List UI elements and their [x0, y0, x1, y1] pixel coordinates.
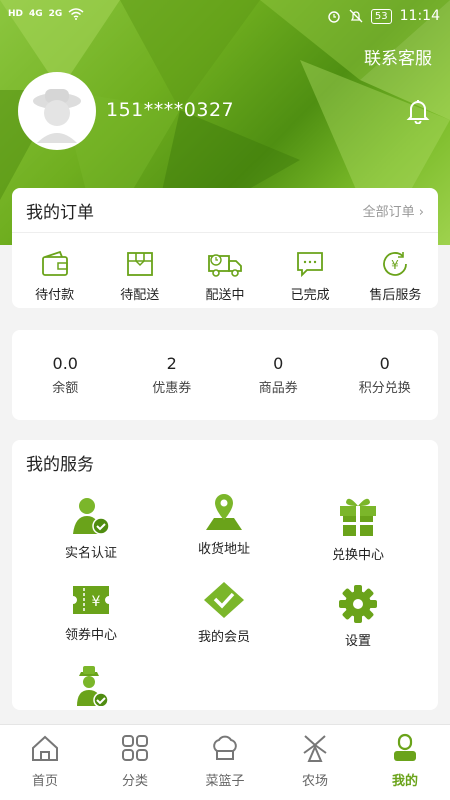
battery-indicator: 53 [370, 8, 392, 24]
verified-user-icon [73, 498, 110, 535]
asset-value: 0 [273, 354, 284, 373]
order-label: 售后服务 [369, 288, 422, 303]
gift-icon [340, 498, 376, 536]
asset-value: 0.0 [52, 354, 78, 373]
service-real-name[interactable]: 实名认证 [31, 492, 151, 561]
tab-profile[interactable]: 我的 [360, 725, 450, 800]
signal-2g-icon: 2G [48, 9, 63, 19]
orders-title: 我的订单 [26, 203, 94, 223]
member-check-icon [204, 582, 244, 618]
asset-coupons[interactable]: 2 优惠券 [122, 354, 222, 396]
order-completed[interactable]: 已完成 [268, 250, 352, 303]
default-avatar-icon [33, 89, 81, 143]
home-icon [32, 735, 58, 761]
basket-icon [213, 735, 237, 760]
tab-label: 菜篮子 [205, 774, 245, 789]
package-icon [126, 252, 153, 276]
tab-label: 分类 [121, 774, 148, 789]
bottom-tab-bar: 首页 分类 菜篮子 农场 我的 [0, 724, 450, 800]
asset-label: 余额 [52, 381, 79, 396]
service-label: 兑换中心 [331, 548, 384, 563]
order-label: 已完成 [290, 288, 330, 303]
orders-card: 我的订单 全部订单 › 待付款 待配送 配送中 已完成 ¥ 售后服务 [12, 188, 438, 308]
service-label: 设置 [344, 634, 371, 649]
asset-points-exchange[interactable]: 0 积分兑换 [335, 354, 435, 396]
order-label: 待配送 [120, 288, 160, 303]
order-pending-payment[interactable]: 待付款 [13, 250, 97, 303]
hd-indicator: HD [8, 9, 24, 19]
wallet-icon [41, 250, 68, 276]
profile-icon [394, 733, 416, 761]
assets-card: 0.0 余额 2 优惠券 0 商品券 0 积分兑换 [12, 330, 438, 420]
asset-value: 2 [166, 354, 177, 373]
coupon-icon: ¥ [73, 586, 109, 614]
services-title: 我的服务 [26, 455, 94, 475]
tab-category[interactable]: 分类 [90, 725, 180, 800]
truck-icon [208, 254, 242, 277]
divider [12, 232, 438, 233]
gear-icon [339, 585, 377, 623]
asset-product-vouchers[interactable]: 0 商品券 [228, 354, 328, 396]
signal-4g-icon: 4G [29, 9, 43, 19]
order-after-sales[interactable]: ¥ 售后服务 [353, 250, 437, 303]
service-label: 领券中心 [64, 628, 117, 643]
service-coupon-center[interactable]: ¥ 领券中心 [31, 574, 151, 643]
service-label: 收货地址 [197, 542, 250, 557]
contact-service-link[interactable]: 联系客服 [364, 44, 432, 69]
location-pin-icon [206, 494, 242, 530]
tab-label: 我的 [391, 774, 418, 789]
service-settings[interactable]: 设置 [298, 580, 418, 649]
user-phone: 151****0327 [106, 99, 235, 121]
farm-icon [303, 735, 327, 762]
asset-label: 积分兑换 [358, 381, 411, 396]
alarm-icon [328, 11, 340, 23]
service-address[interactable]: 收货地址 [164, 488, 284, 557]
wifi-icon [68, 8, 84, 20]
asset-label: 商品券 [258, 381, 298, 396]
service-label: 我的会员 [197, 630, 250, 645]
service-label: 实名认证 [64, 546, 117, 561]
chat-icon [297, 252, 324, 278]
all-orders-link[interactable]: 全部订单 › [363, 201, 424, 220]
category-icon [122, 735, 148, 761]
clock: 11:14 [399, 8, 440, 24]
asset-label: 优惠券 [152, 381, 192, 396]
svg-text:¥: ¥ [392, 258, 400, 272]
order-label: 配送中 [205, 288, 245, 303]
tab-label: 农场 [301, 774, 328, 789]
asset-balance[interactable]: 0.0 余额 [15, 354, 115, 396]
farmer-icon [77, 666, 109, 706]
order-label: 待付款 [35, 288, 75, 303]
svg-text:¥: ¥ [92, 594, 101, 610]
bell-icon[interactable] [406, 98, 430, 124]
tab-home[interactable]: 首页 [0, 725, 90, 800]
order-pending-delivery[interactable]: 待配送 [98, 250, 182, 303]
order-in-delivery[interactable]: 配送中 [183, 250, 267, 303]
asset-value: 0 [379, 354, 390, 373]
refund-icon: ¥ [383, 252, 408, 276]
tab-farm[interactable]: 农场 [270, 725, 360, 800]
tab-label: 首页 [31, 774, 58, 789]
service-membership[interactable]: 我的会员 [164, 576, 284, 645]
services-card: 我的服务 实名认证 收货地址 兑换中心 ¥ 领券中心 我的会员 设置 [12, 440, 438, 710]
mute-icon [349, 9, 363, 23]
avatar[interactable] [18, 72, 96, 150]
tab-basket[interactable]: 菜篮子 [180, 725, 270, 800]
status-bar: HD 4G 2G 53 11:14 [0, 0, 450, 34]
service-farmer[interactable] [31, 662, 151, 712]
service-exchange[interactable]: 兑换中心 [298, 494, 418, 563]
